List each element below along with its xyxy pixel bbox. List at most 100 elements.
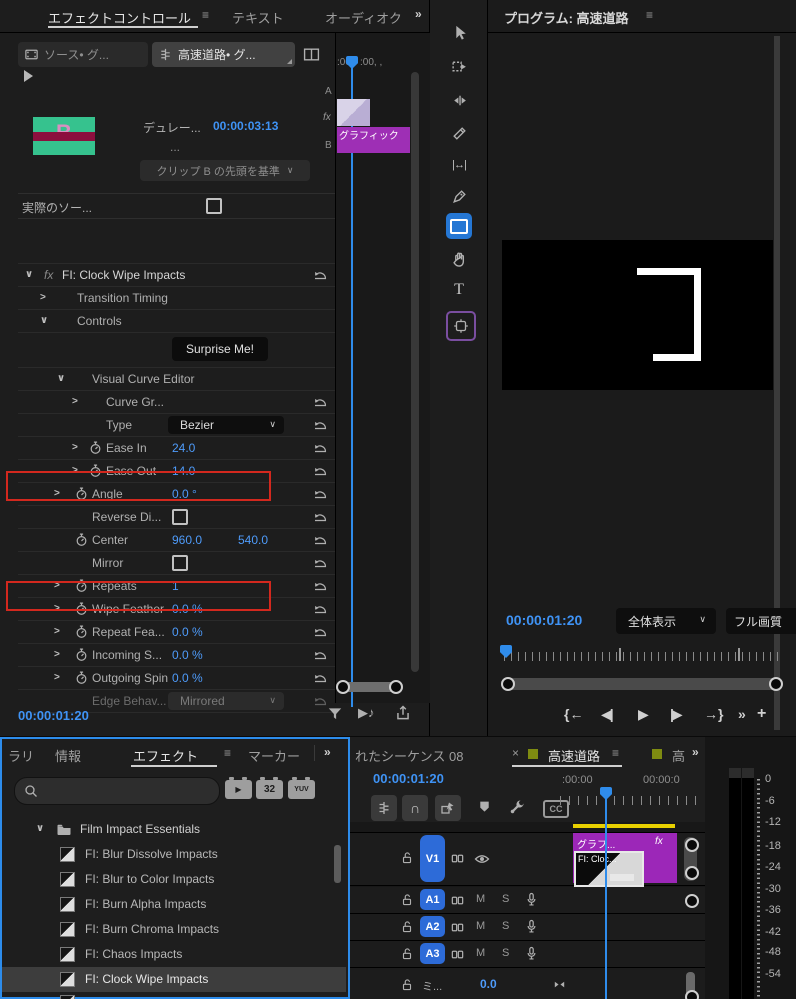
timeline-ruler-ticks[interactable]: [560, 796, 702, 805]
chevron-down-icon[interactable]: ∨: [25, 269, 33, 280]
source-patch-icon[interactable]: [450, 893, 465, 908]
stopwatch-icon[interactable]: [74, 532, 89, 547]
edge-behavior-dropdown[interactable]: Mirrored ∨: [168, 692, 284, 710]
effect-list-item[interactable]: FI: Burn Chroma Impacts: [0, 917, 350, 942]
chevron-right-icon[interactable]: >: [54, 649, 60, 660]
solo-button[interactable]: S: [502, 920, 509, 932]
zoom-scrollbar-right-handle[interactable]: [769, 677, 783, 691]
program-zoom-scrollbar[interactable]: [504, 678, 780, 690]
slip-tool[interactable]: |↔|: [447, 153, 471, 177]
tab-sequence-clipped[interactable]: 高: [672, 746, 686, 765]
timeline-timecode[interactable]: 00:00:01:20: [373, 771, 444, 786]
solo-button[interactable]: S: [502, 947, 509, 959]
stopwatch-icon[interactable]: [88, 440, 103, 455]
ripple-edit-tool[interactable]: [447, 88, 471, 112]
track-scroll-handle[interactable]: [685, 894, 699, 908]
chevron-down-icon[interactable]: ∨: [36, 823, 44, 834]
stopwatch-icon[interactable]: [74, 670, 89, 685]
filter-funnel-icon[interactable]: [326, 705, 344, 723]
tab-info[interactable]: 情報: [55, 746, 81, 765]
nest-button[interactable]: [371, 795, 397, 821]
track-target-v1[interactable]: V1: [420, 835, 445, 882]
chevron-right-icon[interactable]: >: [54, 626, 60, 637]
mute-button[interactable]: M: [476, 893, 485, 905]
source-patch-icon[interactable]: [450, 851, 465, 866]
chevron-right-icon[interactable]: >: [72, 396, 78, 407]
32bit-effects-badge[interactable]: 32: [256, 777, 283, 799]
reset-icon[interactable]: [313, 417, 329, 433]
pen-tool[interactable]: [447, 184, 471, 208]
effect-list-item[interactable]: FI: Blur Dissolve Impacts: [0, 842, 350, 867]
track-scroll-handle[interactable]: [685, 866, 699, 880]
source-patch-icon[interactable]: [450, 947, 465, 962]
effect-list-item[interactable]: FI: Chaos Impacts: [0, 942, 350, 967]
type-tool[interactable]: T: [447, 278, 471, 302]
param-value-x[interactable]: 960.0: [172, 533, 202, 547]
tab-sequence-active[interactable]: 高速道路: [548, 746, 600, 765]
go-to-out-button[interactable]: →}: [704, 706, 723, 722]
search-input[interactable]: [45, 780, 214, 802]
rectangle-tool[interactable]: [446, 213, 472, 239]
timeline-settings-wrench-icon[interactable]: [509, 798, 526, 815]
chevron-right-icon[interactable]: >: [54, 672, 60, 683]
surprise-me-button[interactable]: Surprise Me!: [172, 337, 268, 361]
fx-clip-thumbnail[interactable]: [337, 99, 370, 126]
type-dropdown[interactable]: Bezier ∨: [168, 416, 284, 434]
step-forward-button[interactable]: |▶: [670, 706, 683, 723]
param-value[interactable]: 0.0 %: [172, 625, 203, 639]
ec-hscroll-right-handle[interactable]: [389, 680, 403, 694]
source-patch-icon[interactable]: [450, 920, 465, 935]
effect-list-item[interactable]: FI: Burn Alpha Impacts: [0, 892, 350, 917]
scrollbar-handle[interactable]: [685, 990, 699, 999]
alignment-dropdown[interactable]: クリップ B の先頭を基準 ∨: [140, 160, 310, 181]
zoom-level-dropdown[interactable]: 全体表示 ∨: [616, 608, 716, 634]
razor-tool[interactable]: [447, 121, 471, 145]
reset-icon[interactable]: [313, 647, 329, 663]
solo-button[interactable]: S: [502, 893, 509, 905]
lock-icon[interactable]: [400, 947, 414, 961]
mirror-checkbox[interactable]: [172, 555, 188, 571]
timeline-menu-icon[interactable]: ≡: [612, 746, 619, 760]
panel-menu-icon[interactable]: ≡: [202, 8, 209, 22]
meter-clip-indicator-right[interactable]: [742, 768, 754, 778]
master-volume-value[interactable]: 0.0: [480, 977, 497, 991]
fit-icon[interactable]: [552, 977, 567, 992]
reset-icon[interactable]: [313, 578, 329, 594]
track-target-a1[interactable]: A1: [420, 889, 445, 910]
actual-source-checkbox[interactable]: [206, 198, 222, 214]
reset-icon[interactable]: [313, 624, 329, 640]
reset-icon[interactable]: [313, 532, 329, 548]
chevron-right-icon[interactable]: >: [40, 292, 46, 303]
target-clip-button[interactable]: 高速道路• グ...: [152, 42, 295, 67]
effects-folder-row[interactable]: ∨ Film Impact Essentials: [0, 817, 350, 842]
graphic-clip[interactable]: グラフィック: [337, 127, 410, 153]
group-row-transition-timing[interactable]: > Transition Timing: [18, 287, 335, 310]
playback-quality-dropdown[interactable]: フル画質: [726, 608, 796, 634]
tabs-overflow-icon[interactable]: »: [692, 745, 699, 759]
effects-scrollbar[interactable]: [334, 845, 341, 883]
track-target-a2[interactable]: A2: [420, 916, 445, 937]
track-target-a3[interactable]: A3: [420, 943, 445, 964]
export-icon[interactable]: [394, 704, 412, 722]
tabs-overflow-icon[interactable]: »: [324, 745, 331, 759]
zoom-scrollbar-left-handle[interactable]: [501, 677, 515, 691]
group-row-controls[interactable]: ∨ Controls: [18, 310, 335, 333]
play-audio-icon[interactable]: ▶♪: [358, 705, 375, 721]
meter-clip-indicator-left[interactable]: [729, 768, 741, 778]
selection-tool[interactable]: [447, 20, 471, 44]
ec-vertical-scrollbar[interactable]: [411, 72, 419, 672]
tab-markers[interactable]: マーカー: [248, 746, 300, 765]
hand-tool[interactable]: [447, 247, 471, 271]
effect-list-item-selected[interactable]: FI: Clock Wipe Impacts: [2, 967, 346, 992]
voiceover-mic-icon[interactable]: [524, 946, 539, 961]
tab-nested-sequence[interactable]: れたシーケンス 08: [355, 746, 463, 765]
accelerated-effects-badge[interactable]: ▶: [225, 777, 252, 799]
ec-timecode[interactable]: 00:00:01:20: [18, 708, 89, 723]
tab-text[interactable]: テキスト: [232, 8, 284, 27]
chevron-down-icon[interactable]: ∨: [57, 373, 65, 384]
reset-icon[interactable]: [313, 555, 329, 571]
step-back-button[interactable]: ◀|: [601, 706, 614, 723]
add-button[interactable]: +: [757, 705, 766, 723]
panel-split-icon[interactable]: [303, 46, 320, 63]
chevron-down-icon[interactable]: ∨: [40, 315, 48, 326]
